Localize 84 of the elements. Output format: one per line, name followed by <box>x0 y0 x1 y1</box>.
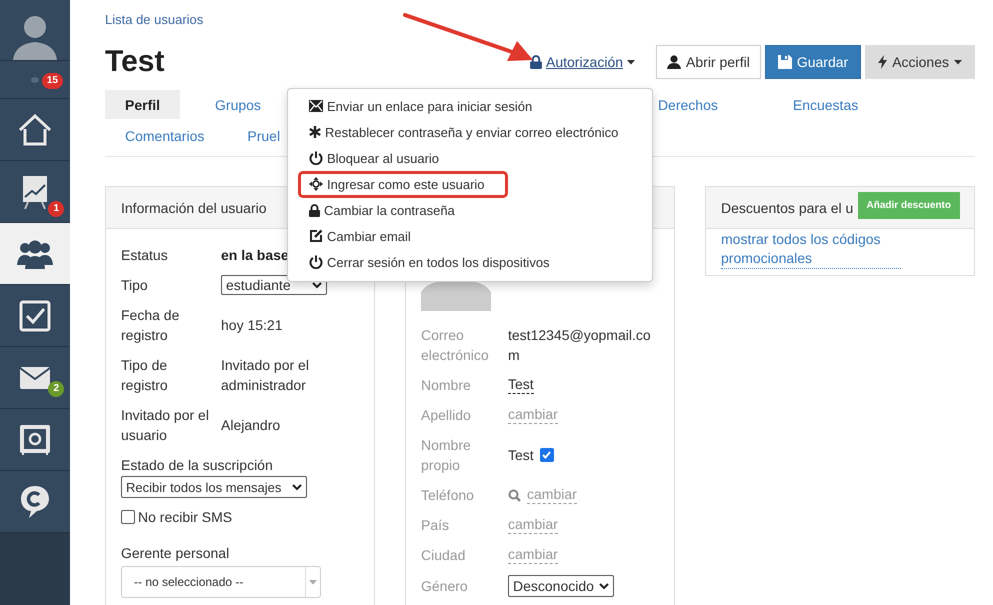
caret-icon <box>309 580 317 584</box>
chevron-icon <box>312 282 322 288</box>
field-label: Gerente personal <box>121 544 230 563</box>
breadcrumb-link[interactable]: Lista de usuarios <box>105 12 204 27</box>
actions-dropdown-button[interactable]: Acciones <box>865 45 975 79</box>
open-profile-button[interactable]: Abrir perfil <box>656 45 761 79</box>
gender-select[interactable]: Desconocido <box>508 575 614 597</box>
field-value: Invitado por el administrador <box>221 356 310 395</box>
count-badge: 15 <box>42 72 63 88</box>
field-label: Fecha de registro <box>121 306 180 345</box>
field-value: en la base <box>221 246 289 265</box>
field-label: Estado de la suscripción <box>121 456 274 475</box>
field-label: Teléfono <box>421 486 475 505</box>
field-value: Test <box>508 446 534 465</box>
editable-value[interactable]: Test <box>508 376 534 394</box>
caret-icon <box>627 60 636 64</box>
search-icon <box>508 488 521 502</box>
sms-checkbox[interactable] <box>121 510 135 524</box>
field-value: test12345@yopmail.com <box>508 326 652 365</box>
checkbox[interactable] <box>540 448 554 462</box>
field-label: Estatus <box>121 246 169 265</box>
menu-item[interactable]: Restablecer contraseña y enviar correo electrónico <box>298 118 622 146</box>
chevron-icon <box>292 484 302 490</box>
field-label: Ciudad <box>421 546 466 565</box>
envelope-icon <box>309 100 323 112</box>
move-icon <box>309 177 323 191</box>
power-icon <box>309 151 323 165</box>
tab[interactable]: Perfil <box>105 90 180 119</box>
chevron-icon <box>599 582 609 590</box>
count-badge: 2 <box>48 380 64 396</box>
sidebar-item[interactable] <box>0 471 70 533</box>
field-value: hoy 15:21 <box>221 316 282 335</box>
checkbox-label: No recibir SMS <box>138 509 232 525</box>
field-label: Nombre propio <box>421 436 472 475</box>
menu-item[interactable]: Cambiar la contraseña <box>298 196 458 224</box>
tab[interactable]: Comentarios <box>105 121 224 150</box>
lightning-icon <box>878 55 888 69</box>
field-label: Nombre <box>421 376 472 395</box>
sidebar-item[interactable] <box>0 223 70 285</box>
field-label: Género <box>421 577 469 596</box>
lock-icon <box>530 55 542 69</box>
person-icon <box>667 55 682 69</box>
dot-icon <box>31 76 39 82</box>
menu-item[interactable]: Cerrar sesión en todos los dispositivos <box>298 248 553 276</box>
home-icon <box>18 114 52 146</box>
promo-codes-link[interactable]: mostrar todos los códigos promocionales <box>721 230 901 269</box>
sidebar-item[interactable]: 1 <box>0 161 70 223</box>
panel-title: Descuentos para el u <box>721 200 854 216</box>
mail-icon <box>20 366 50 388</box>
safe-icon <box>19 424 51 456</box>
field-label: Invitado por el usuario <box>121 406 210 445</box>
lock-icon <box>309 204 320 216</box>
count-badge: 1 <box>48 200 64 216</box>
sidebar-item[interactable]: 15 <box>0 61 70 99</box>
menu-item[interactable]: Cambiar email <box>298 222 414 250</box>
sidebar-item[interactable] <box>0 285 70 347</box>
authorization-dropdown[interactable]: Autorización <box>530 54 636 70</box>
menu-item[interactable]: Ingresar como este usuario <box>298 170 508 198</box>
manager-select[interactable]: -- no seleccionado -- <box>121 566 321 598</box>
sidebar-item[interactable] <box>0 99 70 161</box>
chart-board-icon <box>20 174 50 208</box>
field-label: País <box>421 516 450 535</box>
menu-item[interactable]: Enviar un enlace para iniciar sesión <box>298 92 536 120</box>
sidebar-item[interactable] <box>0 409 70 471</box>
subscription-select[interactable]: Recibir todos los mensajes <box>121 476 307 498</box>
field-label: Tipo <box>121 276 149 295</box>
users-icon <box>16 238 54 268</box>
checkbox-icon <box>19 300 51 332</box>
field-label: Apellido <box>421 406 472 425</box>
tab[interactable]: Grupos <box>195 90 281 119</box>
field-label: Correo electrónico <box>421 326 490 365</box>
asterisk-icon <box>309 126 321 138</box>
menu-item[interactable]: Bloquear al usuario <box>298 144 442 172</box>
field-label: Tipo de registro <box>121 356 169 395</box>
chat-icon <box>20 484 50 518</box>
sidebar-item[interactable] <box>0 0 70 61</box>
power-icon <box>309 255 323 269</box>
page-title: Test <box>105 45 164 79</box>
caret-icon <box>954 60 962 64</box>
panel-title: Información del usuario <box>121 200 267 216</box>
field-value: Alejandro <box>221 416 280 435</box>
tab[interactable]: Encuestas <box>772 90 878 119</box>
edit-icon <box>309 229 323 243</box>
save-button[interactable]: Guardar <box>764 45 862 79</box>
